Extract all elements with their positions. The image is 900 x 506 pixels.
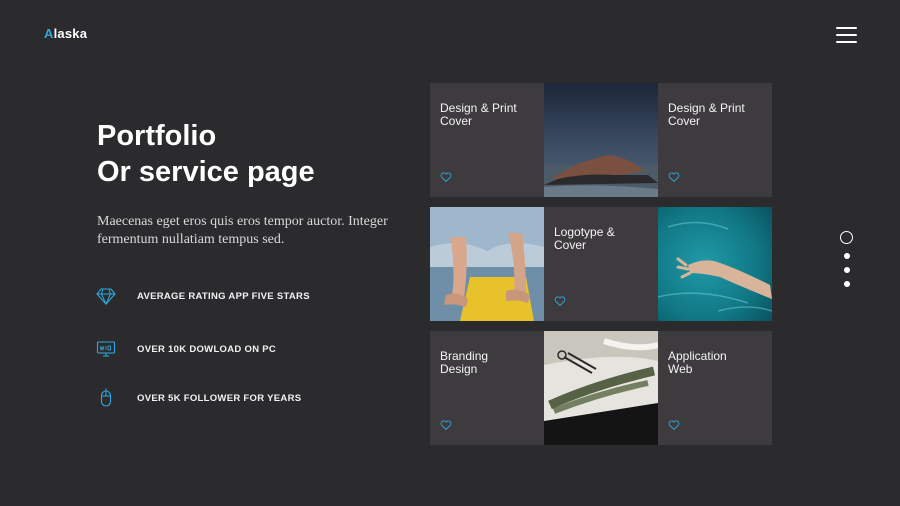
- tile-title: Branding Design: [440, 349, 489, 376]
- brand-logo-initial: A: [44, 26, 54, 41]
- tile-title: Design & Print Cover: [668, 101, 745, 128]
- portfolio-photo-hand-water[interactable]: [658, 207, 772, 321]
- portfolio-photo-night-island[interactable]: [544, 83, 658, 197]
- hamburger-menu-icon[interactable]: [836, 27, 857, 43]
- stat-item-downloads: OVER 10K DOWLOAD ON PC: [96, 339, 276, 359]
- stat-label: OVER 10K DOWLOAD ON PC: [137, 343, 277, 355]
- heart-icon[interactable]: [440, 419, 452, 431]
- tile-title: Design & Print Cover: [440, 101, 517, 128]
- portfolio-tile-application-web[interactable]: Application Web: [658, 331, 772, 445]
- stat-item-followers: OVER 5K FOLLOWER FOR YEARS: [96, 388, 301, 408]
- portfolio-tile-design-print-cover[interactable]: Design & Print Cover: [430, 83, 544, 197]
- hero-description: Maecenas eget eros quis eros tempor auct…: [97, 214, 388, 247]
- portfolio-tile-branding-design[interactable]: Branding Design: [430, 331, 544, 445]
- portfolio-photo-herbs-paper[interactable]: [544, 331, 658, 445]
- tile-title: Logotype & Cover: [554, 225, 615, 252]
- heart-icon[interactable]: [668, 171, 680, 183]
- pager-dot[interactable]: [844, 281, 850, 287]
- portfolio-grid: Design & Print Cover Design & Print Cove…: [430, 83, 772, 445]
- mouse-icon: [96, 388, 116, 408]
- stat-label: AVERAGE RATING APP FIVE STARS: [137, 290, 310, 302]
- portfolio-tile-logotype-cover[interactable]: Logotype & Cover: [544, 207, 658, 321]
- pager-dot-active[interactable]: [840, 231, 853, 244]
- brand-logo[interactable]: Alaska: [44, 26, 87, 41]
- diamond-icon: [96, 286, 116, 306]
- monitor-icon: [96, 339, 116, 359]
- portfolio-photo-jeans-yellow[interactable]: [430, 207, 544, 321]
- stat-item-rating: AVERAGE RATING APP FIVE STARS: [96, 286, 310, 306]
- heart-icon[interactable]: [440, 171, 452, 183]
- page-title: Portfolio Or service page: [97, 118, 315, 190]
- tile-title: Application Web: [668, 349, 727, 376]
- page-title-line1: Portfolio: [97, 120, 217, 152]
- pager-dot[interactable]: [844, 267, 850, 273]
- portfolio-tile-design-print-cover-2[interactable]: Design & Print Cover: [658, 83, 772, 197]
- pager-dot[interactable]: [844, 253, 850, 259]
- heart-icon[interactable]: [554, 295, 566, 307]
- heart-icon[interactable]: [668, 419, 680, 431]
- page-title-line2: Or service page: [97, 156, 315, 188]
- brand-logo-text: laska: [53, 26, 88, 41]
- stat-label: OVER 5K FOLLOWER FOR YEARS: [137, 392, 302, 404]
